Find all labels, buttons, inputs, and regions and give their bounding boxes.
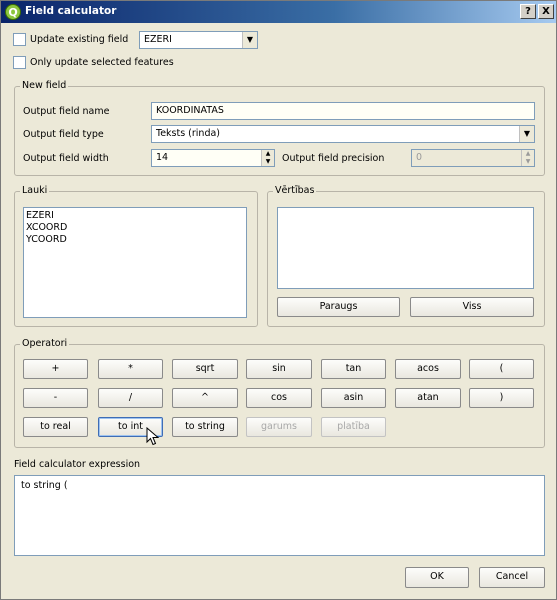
operators-group-title: Operatori [20, 338, 70, 349]
lauki-group-title: Lauki [20, 185, 50, 196]
field-list-item[interactable]: XCOORD [24, 222, 246, 234]
help-button[interactable]: ? [520, 4, 536, 19]
all-values-button[interactable]: Viss [410, 297, 534, 317]
operator-multiply-button[interactable]: * [98, 359, 163, 379]
to-string-button[interactable]: to string [172, 417, 238, 437]
ok-button[interactable]: OK [405, 567, 469, 588]
operator-close-paren-button[interactable]: ) [469, 388, 534, 408]
only-selected-label: Only update selected features [30, 57, 174, 68]
operator-divide-button[interactable]: / [98, 388, 163, 408]
spin-down-icon: ▼ [525, 158, 531, 165]
output-field-type-label: Output field type [23, 129, 104, 140]
output-field-width-spinbox[interactable]: 14 ▲ ▼ [151, 149, 275, 167]
operator-tan-button[interactable]: tan [321, 359, 386, 379]
expression-textarea[interactable]: to string ( [14, 475, 545, 556]
values-list[interactable] [277, 207, 534, 289]
operator-atan-button[interactable]: atan [395, 388, 461, 408]
operator-open-paren-button[interactable]: ( [469, 359, 534, 379]
update-field-value: EZERI [144, 34, 172, 45]
operator-acos-button[interactable]: acos [395, 359, 461, 379]
operator-sin-button[interactable]: sin [246, 359, 312, 379]
cancel-button[interactable]: Cancel [479, 567, 545, 588]
width-spinner-buttons[interactable]: ▲ ▼ [261, 150, 274, 166]
output-field-name-input[interactable]: KOORDINATAS [151, 102, 535, 120]
update-existing-label: Update existing field [30, 34, 129, 45]
output-field-width-label: Output field width [23, 153, 109, 164]
title-bar: Q Field calculator ? X [1, 1, 556, 23]
operator-minus-button[interactable]: - [23, 388, 88, 408]
mouse-pointer-icon [146, 427, 160, 446]
to-real-button[interactable]: to real [23, 417, 88, 437]
field-list-item[interactable]: YCOORD [24, 234, 246, 246]
output-field-type-select[interactable]: Teksts (rinda) ▼ [151, 125, 535, 143]
length-button[interactable]: garums [246, 417, 312, 437]
chevron-down-icon: ▼ [242, 32, 257, 48]
precision-spinner-buttons[interactable]: ▲ ▼ [521, 150, 534, 166]
area-button[interactable]: platība [321, 417, 386, 437]
only-selected-checkbox[interactable] [13, 56, 26, 69]
output-field-type-value: Teksts (rinda) [156, 128, 221, 139]
new-field-group-title: New field [20, 80, 69, 91]
output-field-width-value: 14 [156, 152, 169, 163]
operator-power-button[interactable]: ^ [172, 388, 238, 408]
spin-down-icon: ▼ [265, 158, 271, 165]
expression-label: Field calculator expression [14, 459, 141, 470]
fields-list[interactable]: EZERI XCOORD YCOORD [23, 207, 247, 318]
update-field-select[interactable]: EZERI ▼ [139, 31, 258, 49]
window-title: Field calculator [25, 5, 117, 17]
vertibas-group-title: Vērtības [273, 185, 317, 196]
sample-values-button[interactable]: Paraugs [277, 297, 400, 317]
update-existing-checkbox[interactable] [13, 33, 26, 46]
output-field-precision-spinbox[interactable]: 0 ▲ ▼ [411, 149, 535, 167]
field-calculator-window: Q Field calculator ? X Update existing f… [0, 0, 557, 600]
spin-up-icon: ▲ [265, 150, 271, 157]
output-field-name-label: Output field name [23, 106, 110, 117]
spin-up-icon: ▲ [525, 150, 531, 157]
qgis-app-icon: Q [5, 4, 21, 20]
field-list-item[interactable]: EZERI [24, 210, 246, 222]
expression-text: to string ( [21, 480, 68, 491]
chevron-down-icon: ▼ [519, 126, 534, 142]
close-button[interactable]: X [538, 4, 554, 19]
operator-asin-button[interactable]: asin [321, 388, 386, 408]
output-field-precision-label: Output field precision [282, 153, 385, 164]
output-field-name-value: KOORDINATAS [156, 105, 224, 116]
operator-plus-button[interactable]: + [23, 359, 88, 379]
operator-sqrt-button[interactable]: sqrt [172, 359, 238, 379]
operator-cos-button[interactable]: cos [246, 388, 312, 408]
output-field-precision-value: 0 [416, 152, 423, 163]
